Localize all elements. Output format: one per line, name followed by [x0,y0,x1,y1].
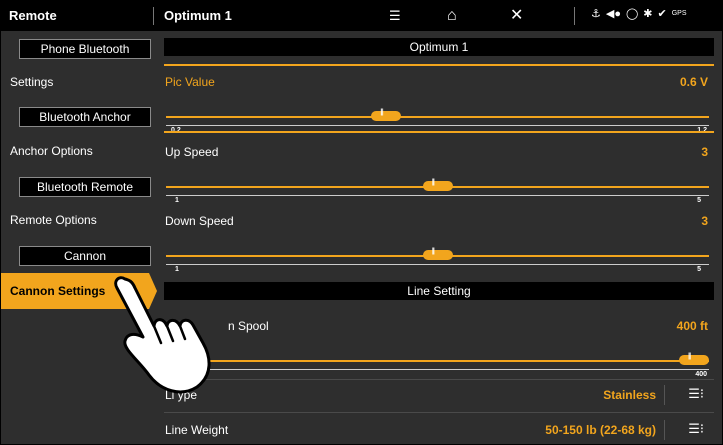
pic-value-value: 0.6 V [679,75,708,89]
check-icon: ✔ [657,8,667,20]
sidebar-item-settings[interactable]: Settings [1,75,158,95]
slider-thumb[interactable] [679,353,709,365]
sidebar-item-label: Cannon Settings [10,284,106,298]
slider-max: 400 [695,371,707,378]
divider [164,412,714,413]
selected-row-underline [164,131,714,133]
up-speed-label: Up Speed [165,145,219,159]
slider-baseline [166,369,709,370]
line-on-spool-value: 400 ft [676,319,708,333]
slider-thumb[interactable] [422,179,453,191]
line-weight-menu-icon[interactable]: ☰⁝ [688,421,704,437]
separator [664,385,665,405]
status-icons: ⚓ ◀● ◯ ✱ ✔ GPS [591,7,687,20]
slider-baseline [166,125,709,126]
pic-value-slider[interactable]: 0.2 1.2 [166,109,709,134]
settings-panel: Optimum 1 Pic Value 0.6 V 0.2 1.2 Up Spe… [158,31,722,444]
slider-max: 5 [697,266,701,273]
device-screen: Remote Optimum 1 ☰ ⌂ ✕ ⚓ ◀● ◯ ✱ ✔ GPS Ph… [0,0,723,445]
slider-track [166,360,709,362]
waypoint-mark-icon[interactable]: ☰ [389,6,401,26]
slider-min: 1 [175,197,179,204]
device-title: Optimum 1 [164,8,232,23]
separator [664,420,665,440]
line-on-spool-label: n Spool [228,319,269,333]
down-speed-label: Down Speed [165,214,234,228]
header-underline [164,64,714,66]
down-speed-value: 3 [701,214,708,228]
trolling-motor-icon: ◀● [605,8,621,20]
autopilot-icon: ◯ [625,8,639,20]
top-bar: Remote Optimum 1 ☰ ⌂ ✕ ⚓ ◀● ◯ ✱ ✔ GPS [1,1,722,31]
separator [574,7,575,25]
divider [164,379,714,380]
slider-thumb[interactable] [422,248,453,260]
line-weight-label: Line Weight [165,423,229,437]
bluetooth-remote-button[interactable]: Bluetooth Remote [19,177,151,197]
sidebar-item-anchor-options[interactable]: Anchor Options [1,144,158,164]
gps-icon: GPS [671,10,687,17]
down-speed-slider[interactable]: 1 5 [166,248,709,273]
slider-baseline [166,195,709,196]
slider-baseline [166,264,709,265]
line-on-spool-slider[interactable]: 400 [166,353,709,378]
pic-value-label: Pic Value [165,75,215,89]
separator [153,7,154,25]
line-type-menu-icon[interactable]: ☰⁝ [688,386,704,402]
bluetooth-anchor-button[interactable]: Bluetooth Anchor [19,107,151,127]
close-x-icon[interactable]: ✕ [510,6,523,26]
remote-title: Remote [9,8,57,23]
sidebar-item-label: Settings [10,75,54,89]
line-type-value: Stainless [603,388,656,402]
device-header: Optimum 1 [164,38,714,56]
line-weight-value: 50-150 lb (22-68 kg) [545,423,656,437]
slider-track [166,116,709,118]
slider-max: 5 [697,197,701,204]
up-speed-value: 3 [701,145,708,159]
line-setting-header: Line Setting [164,282,714,300]
up-speed-slider[interactable]: 1 5 [166,179,709,204]
anchor-status-icon: ⚓ [591,8,601,20]
home-icon[interactable]: ⌂ [447,6,457,26]
sidebar-item-remote-options[interactable]: Remote Options [1,213,158,233]
sidebar-item-label: Remote Options [10,213,97,227]
network-icon: ✱ [643,8,653,20]
phone-bluetooth-button[interactable]: Phone Bluetooth [19,39,151,59]
cannon-button[interactable]: Cannon [19,246,151,266]
slider-thumb[interactable] [371,109,402,121]
pointing-hand-icon [114,276,211,394]
sidebar-item-label: Anchor Options [10,144,93,158]
